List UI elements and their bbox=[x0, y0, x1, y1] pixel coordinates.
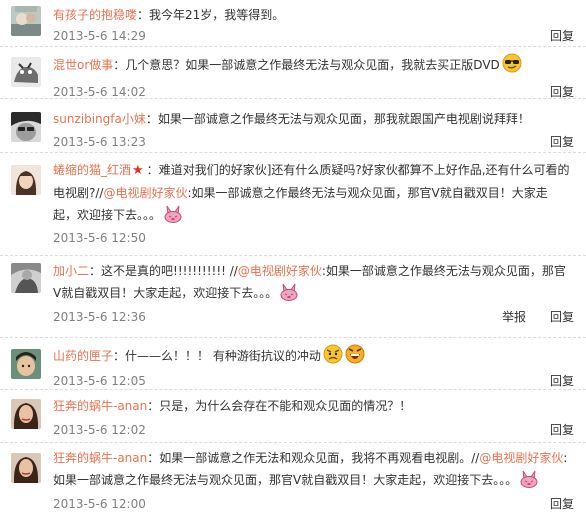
comment-username[interactable]: 狂奔的蜗牛-anan bbox=[53, 451, 147, 465]
comment-item: sunzibingfa小妹：如果一部诚意之作最终无法与观众见面，那我就跟国产电视… bbox=[0, 99, 586, 153]
comment-time: 2013-5-6 14:02 bbox=[53, 85, 146, 99]
comment-item: 加小二：这不是真的吧!!!!!!!!!!! //@电视剧好家伙:如果一部诚意之作… bbox=[0, 256, 586, 338]
comment-item: 蜷缩的猫_红酒★ ：难道对我们的好家伙]还有什么质疑吗?好家伙都算不上好作品,还有… bbox=[0, 153, 586, 256]
comment-meta: 2013-5-6 12:02 回复 bbox=[53, 420, 574, 440]
bunny-emoji-icon bbox=[519, 470, 539, 495]
reply-button[interactable]: 回复 bbox=[550, 310, 574, 324]
comment-item: 有孩子的抱稳喽：我今年21岁，我等得到。 2013-5-6 14:29 回复 bbox=[0, 0, 586, 47]
colon: ： bbox=[147, 399, 160, 413]
mention-link[interactable]: @电视剧好家伙 bbox=[103, 186, 187, 200]
angry-emoji-icon bbox=[323, 344, 343, 371]
comment-meta: 2013-5-6 12:00 回复 bbox=[53, 494, 574, 514]
reply-button[interactable]: 回复 bbox=[550, 497, 574, 511]
comment-time: 2013-5-6 14:29 bbox=[53, 29, 146, 43]
vip-star-icon: ★ bbox=[132, 163, 144, 178]
bunny-emoji-icon bbox=[279, 283, 299, 308]
reply-button[interactable]: 回复 bbox=[550, 135, 574, 149]
comment-username[interactable]: sunzibingfa小妹 bbox=[53, 112, 146, 126]
colon: ： bbox=[113, 58, 126, 72]
mention-link[interactable]: @电视剧好家伙 bbox=[238, 264, 322, 278]
shout-emoji-icon bbox=[345, 344, 365, 371]
user-avatar[interactable] bbox=[11, 263, 41, 293]
user-avatar[interactable] bbox=[11, 399, 41, 429]
comment-item: 狂奔的蜗牛-anan：只是，为什么会存在不能和观众见面的情况？！ 2013-5-… bbox=[0, 390, 586, 443]
comment-item: 混世or做事：几个意思？如果一部诚意之作最终无法与观众见面，我就去买正版DVD … bbox=[0, 47, 586, 99]
comment-text: sunzibingfa小妹：如果一部诚意之作最终无法与观众见面，那我就跟国产电视… bbox=[53, 108, 574, 130]
comment-text: 加小二：这不是真的吧!!!!!!!!!!! //@电视剧好家伙:如果一部诚意之作… bbox=[53, 260, 574, 308]
comment-text: 山药的匣子：什——么！！！ 有种游街抗议的冲动 bbox=[53, 344, 574, 371]
comment-meta: 2013-5-6 12:36 举报 回复 bbox=[53, 307, 574, 327]
colon: ： bbox=[145, 112, 158, 126]
colon: ： bbox=[113, 349, 126, 363]
user-avatar[interactable] bbox=[11, 453, 41, 483]
comment-content: 我今年21岁，我等得到。 bbox=[149, 8, 285, 22]
comment-content: 只是，为什么会存在不能和观众见面的情况？！ bbox=[159, 399, 412, 413]
comment-item: 狂奔的蜗牛-anan：如果一部诚意之作无法和观众见面，我将不再观看电视剧。//@… bbox=[0, 443, 586, 513]
user-avatar[interactable] bbox=[11, 112, 41, 142]
user-avatar[interactable] bbox=[11, 57, 41, 87]
comment-content: 如果一部诚意之作无法和观众见面，我将不再观看电视剧。// bbox=[159, 451, 480, 465]
comment-time: 2013-5-6 12:36 bbox=[53, 310, 146, 324]
reply-button[interactable]: 回复 bbox=[550, 29, 574, 43]
comment-time: 2013-5-6 12:05 bbox=[53, 374, 146, 388]
colon: ： bbox=[89, 264, 102, 278]
comment-username[interactable]: 蜷缩的猫_红酒 bbox=[53, 163, 131, 177]
comment-time: 2013-5-6 12:02 bbox=[53, 423, 146, 437]
user-avatar[interactable] bbox=[11, 6, 41, 36]
comment-username[interactable]: 有孩子的抱稳喽 bbox=[53, 8, 137, 22]
comment-meta: 2013-5-6 13:23 回复 bbox=[53, 132, 574, 152]
colon: ： bbox=[137, 8, 150, 22]
comment-content: 这不是真的吧!!!!!!!!!!! // bbox=[101, 264, 238, 278]
user-avatar[interactable] bbox=[11, 349, 41, 379]
comment-content: 如果一部诚意之作最终无法与观众见面，那我就跟国产电视剧说拜拜！ bbox=[157, 112, 530, 126]
comment-username[interactable]: 加小二 bbox=[53, 264, 89, 278]
comment-meta: 2013-5-6 14:29 回复 bbox=[53, 26, 574, 46]
user-avatar[interactable] bbox=[11, 165, 41, 195]
report-button[interactable]: 举报 bbox=[502, 310, 526, 324]
bunny-emoji-icon bbox=[163, 205, 183, 230]
comment-time: 2013-5-6 12:00 bbox=[53, 497, 146, 511]
comment-username[interactable]: 狂奔的蜗牛-anan bbox=[53, 399, 147, 413]
comment-username[interactable]: 混世or做事 bbox=[53, 58, 113, 72]
comment-content: 什——么！！！ 有种游街抗议的冲动 bbox=[125, 349, 321, 363]
comment-text: 有孩子的抱稳喽：我今年21岁，我等得到。 bbox=[53, 4, 574, 26]
comment-time: 2013-5-6 12:50 bbox=[53, 231, 146, 245]
comment-text: 狂奔的蜗牛-anan：只是，为什么会存在不能和观众见面的情况？！ bbox=[53, 395, 574, 417]
reply-button[interactable]: 回复 bbox=[550, 423, 574, 437]
reply-button[interactable]: 回复 bbox=[550, 374, 574, 388]
comment-meta: 2013-5-6 12:50 bbox=[53, 228, 574, 248]
sunglasses-emoji-icon bbox=[502, 53, 522, 80]
comment-time: 2013-5-6 13:23 bbox=[53, 135, 146, 149]
mention-link[interactable]: @电视剧好家伙 bbox=[479, 451, 563, 465]
comment-content: 几个意思？如果一部诚意之作最终无法与观众见面，我就去买正版DVD bbox=[125, 58, 500, 72]
comment-text: 狂奔的蜗牛-anan：如果一部诚意之作无法和观众见面，我将不再观看电视剧。//@… bbox=[53, 447, 574, 495]
comment-username[interactable]: 山药的匣子 bbox=[53, 349, 113, 363]
reply-button[interactable]: 回复 bbox=[550, 85, 574, 99]
comment-text: 混世or做事：几个意思？如果一部诚意之作最终无法与观众见面，我就去买正版DVD bbox=[53, 53, 574, 80]
colon: ： bbox=[146, 163, 159, 177]
colon: ： bbox=[147, 451, 160, 465]
comment-item: 山药的匣子：什——么！！！ 有种游街抗议的冲动 2013-5-6 12:05 回… bbox=[0, 338, 586, 390]
comment-text: 蜷缩的猫_红酒★ ：难道对我们的好家伙]还有什么质疑吗?好家伙都算不上好作品,还有… bbox=[53, 159, 574, 230]
comment-meta: 2013-5-6 12:05 回复 bbox=[53, 371, 574, 391]
